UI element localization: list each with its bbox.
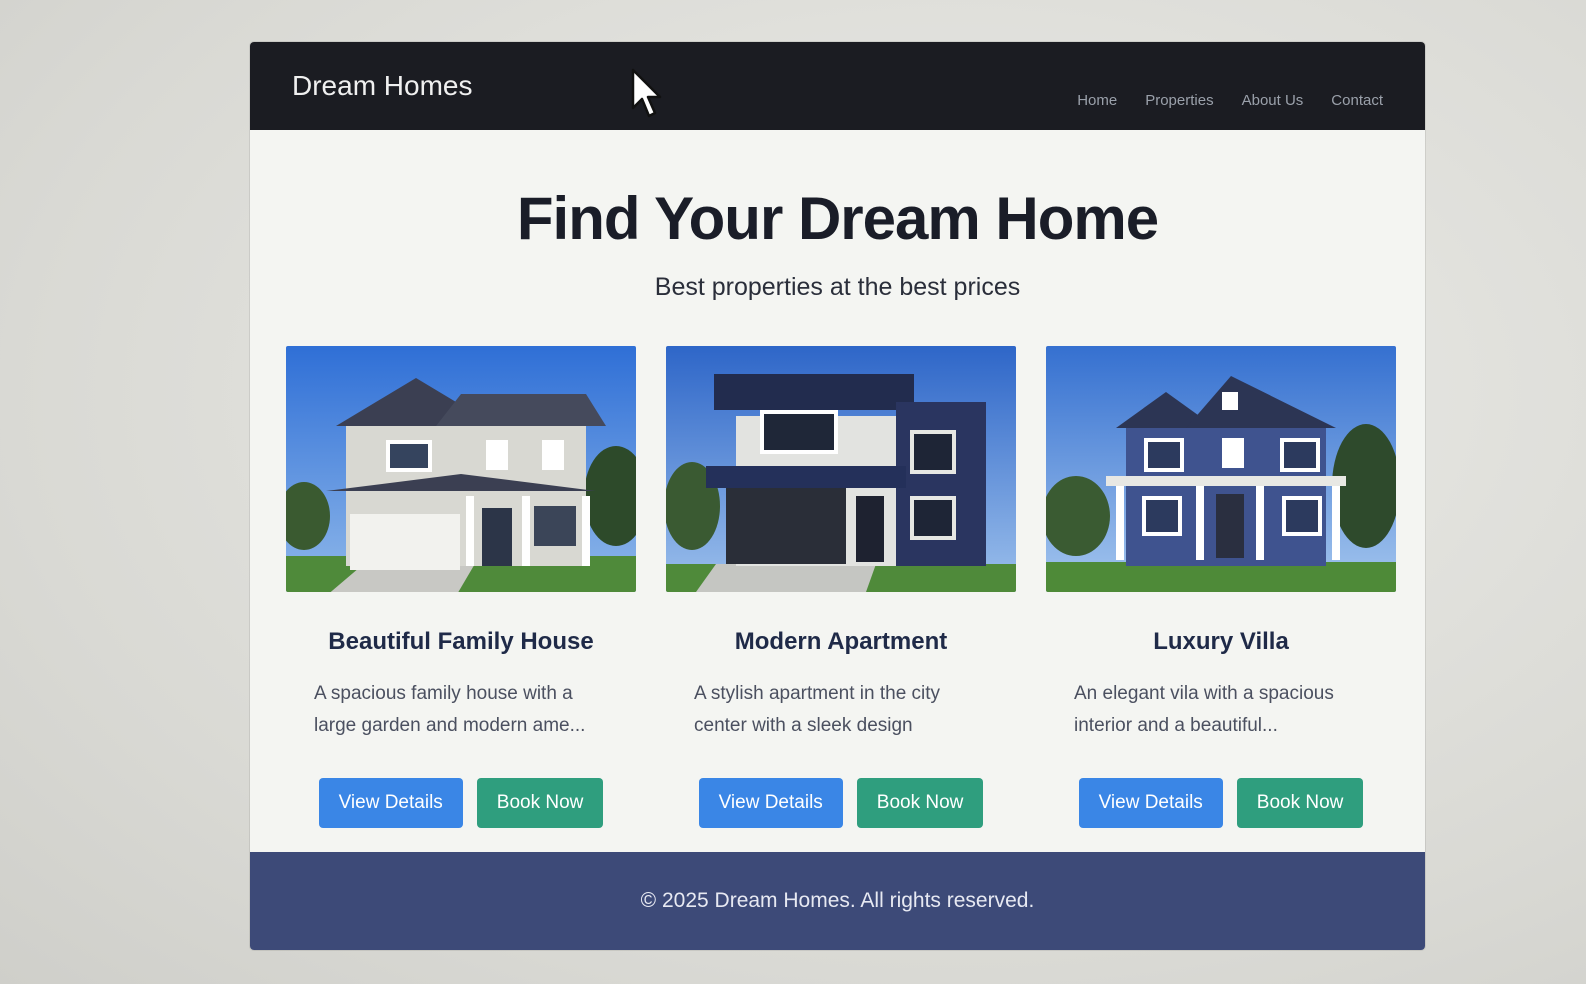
nav-link-about-us[interactable]: About Us	[1242, 92, 1304, 109]
card-description: An elegant vila with a spacious interior…	[1074, 683, 1334, 736]
card-title: Beautiful Family House	[328, 628, 594, 655]
hero-title: Find Your Dream Home	[516, 185, 1159, 252]
luxury-villa-image	[1046, 346, 1396, 592]
property-card-family-house: Beautiful Family House A spacious family…	[286, 346, 636, 828]
card-description: A stylish apartment in the city center w…	[694, 683, 941, 736]
book-now-button[interactable]: Book Now	[1236, 778, 1364, 828]
card-description: A spacious family house with a large gar…	[314, 683, 586, 736]
brand-logo[interactable]: Dream Homes	[292, 70, 472, 102]
mouse-cursor-icon	[631, 68, 662, 118]
footer-copyright: © 2025 Dream Homes. All rights reserved.	[640, 889, 1035, 912]
hero-subtitle: Best properties at the best prices	[654, 273, 1021, 301]
card-actions: View Details Book Now	[286, 778, 636, 828]
footer: © 2025 Dream Homes. All rights reserved.	[250, 852, 1425, 950]
view-details-button[interactable]: View Details	[318, 778, 463, 828]
navbar: Dream Homes Home Properties About Us Con…	[250, 42, 1425, 130]
nav-links: Home Properties About Us Contact	[1077, 92, 1383, 109]
card-actions: View Details Book Now	[1046, 778, 1396, 828]
view-details-button[interactable]: View Details	[698, 778, 843, 828]
book-now-button[interactable]: Book Now	[856, 778, 984, 828]
card-title: Luxury Villa	[1153, 628, 1289, 655]
card-title: Modern Apartment	[734, 628, 948, 655]
property-card-modern-apartment: Modern Apartment A stylish apartment in …	[666, 346, 1016, 828]
browser-screen: Dream Homes Home Properties About Us Con…	[250, 42, 1425, 950]
hero-section: Find Your Dream Home Best properties at …	[250, 130, 1425, 302]
family-house-image	[286, 346, 636, 592]
card-actions: View Details Book Now	[666, 778, 1016, 828]
view-details-button[interactable]: View Details	[1078, 778, 1223, 828]
property-card-luxury-villa: Luxury Villa An elegant vila with a spac…	[1046, 346, 1396, 828]
nav-link-contact[interactable]: Contact	[1331, 92, 1383, 109]
modern-apartment-image	[666, 346, 1016, 592]
property-cards: Beautiful Family House A spacious family…	[250, 302, 1425, 828]
nav-link-properties[interactable]: Properties	[1145, 92, 1213, 109]
nav-link-home[interactable]: Home	[1077, 92, 1117, 109]
book-now-button[interactable]: Book Now	[476, 778, 604, 828]
